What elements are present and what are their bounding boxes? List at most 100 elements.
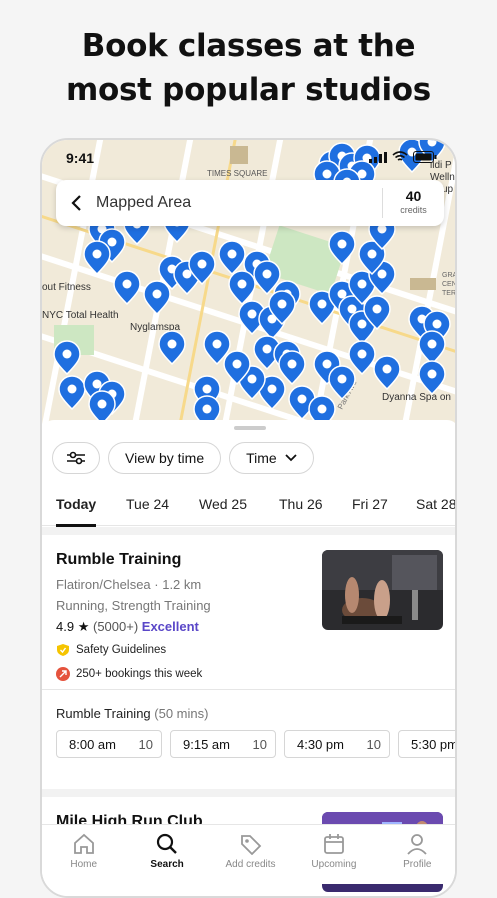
status-icons (369, 151, 437, 163)
credits-counter[interactable]: 40 credits (382, 188, 444, 218)
rating-value: 4.9 (56, 619, 75, 634)
map-pin-dot (107, 237, 117, 247)
rating-count: (5000+) (92, 619, 139, 634)
map-pin-dot (317, 404, 327, 414)
studio-categories: Running, Strength Training (56, 598, 211, 613)
time-slot[interactable]: 8:00 am 10 (56, 730, 162, 758)
rating-word: Excellent (141, 619, 199, 634)
map-pin-dot (202, 384, 212, 394)
status-bar: 9:41 (42, 140, 455, 176)
time-dropdown[interactable]: Time (229, 442, 314, 474)
map-pin-dot (202, 404, 212, 414)
time-slots: 8:00 am 10 9:15 am 10 4:30 pm 10 5:30 pm (56, 730, 455, 758)
map-pin-dot (277, 299, 287, 309)
shield-icon (57, 644, 69, 656)
credits-label: credits (400, 205, 427, 215)
tab-upcoming[interactable]: Upcoming (292, 825, 375, 884)
tab-day-tue[interactable]: Tue 24 (126, 496, 169, 512)
tab-add-credits[interactable]: Add credits (209, 825, 292, 884)
bottom-tab-bar: Home Search Add credits Upcoming Profile (42, 824, 455, 884)
status-time: 9:41 (66, 150, 95, 166)
studio-photo-image (322, 550, 443, 630)
headline: Book classes at the most popular studios (0, 24, 497, 112)
map-pin-dot (92, 249, 102, 259)
session-duration: (50 mins) (154, 706, 209, 721)
search-label[interactable]: Mapped Area (96, 194, 382, 212)
search-icon (157, 833, 177, 854)
session-title: Rumble Training (50 mins) (56, 706, 208, 721)
slot-time: 9:15 am (183, 736, 230, 752)
map-pin-dot (427, 369, 437, 379)
tab-day-today[interactable]: Today (56, 496, 96, 512)
safety-label: Safety Guidelines (76, 644, 167, 656)
map-view[interactable]: TIMES SQUARE ildi P Welln up out Fitness… (42, 140, 457, 430)
tab-search[interactable]: Search (125, 825, 208, 884)
time-slot[interactable]: 4:30 pm 10 (284, 730, 390, 758)
map-pin-dot (227, 249, 237, 259)
sheet-drag-handle[interactable] (234, 426, 266, 430)
map-pin-dot (62, 349, 72, 359)
star-icon: ★ (77, 619, 90, 634)
tab-day-fri[interactable]: Fri 27 (352, 496, 388, 512)
tag-icon (240, 835, 261, 855)
tab-day-wed[interactable]: Wed 25 (199, 496, 247, 512)
tab-profile[interactable]: Profile (376, 825, 455, 884)
map-pin-dot (67, 384, 77, 394)
headline-line-2: most popular studios (66, 72, 431, 108)
phone-frame: TIMES SQUARE ildi P Welln up out Fitness… (40, 138, 457, 898)
card-divider (42, 689, 455, 690)
signal-icon (369, 151, 387, 163)
time-slot[interactable]: 9:15 am 10 (170, 730, 276, 758)
wifi-icon (392, 151, 408, 161)
home-icon (73, 833, 94, 854)
bookings-badge: 250+ bookings this week (56, 667, 202, 681)
section-divider (42, 527, 455, 535)
map-pin-dot (212, 339, 222, 349)
studio-card[interactable]: Rumble Training Flatiron/Chelsea · 1.2 k… (42, 535, 455, 811)
view-by-time-button[interactable]: View by time (108, 442, 222, 474)
tab-day-sat[interactable]: Sat 28 (416, 496, 455, 512)
map-label-out-fitness: out Fitness (42, 282, 91, 293)
trending-icon (56, 667, 70, 681)
map-pin-dot (337, 239, 347, 249)
filters-button[interactable] (52, 442, 100, 474)
map-pin-dot (377, 269, 387, 279)
map-label-gct-3: TER (442, 290, 456, 297)
map-pin-dot (432, 319, 442, 329)
map-pin-dot (317, 299, 327, 309)
studio-rating: 4.9 ★ (5000+) Excellent (56, 619, 199, 635)
map-pin-dot (427, 339, 437, 349)
mapped-area-search-bar[interactable]: Mapped Area 40 credits (56, 180, 444, 226)
map-pin-dot (382, 364, 392, 374)
map-pin-dot (152, 289, 162, 299)
section-divider (42, 789, 455, 797)
tab-home[interactable]: Home (42, 825, 125, 884)
tab-upcoming-label: Upcoming (311, 859, 357, 870)
chevron-left-icon (71, 195, 81, 211)
map-pin-dot (372, 304, 382, 314)
filter-bar: View by time Time (52, 442, 314, 474)
map-pin-dot (322, 359, 332, 369)
map-pin-dot (122, 279, 132, 289)
map-label-gct-2: CEN (442, 281, 457, 288)
back-button[interactable] (56, 180, 96, 226)
profile-icon (407, 834, 427, 855)
map-pin-dot (167, 339, 177, 349)
time-slot[interactable]: 5:30 pm (398, 730, 455, 758)
tab-home-label: Home (70, 859, 98, 870)
map-pin-dot (237, 279, 247, 289)
map-pin-dot (297, 394, 307, 404)
slot-time: 4:30 pm (297, 736, 344, 752)
studio-name[interactable]: Rumble Training (56, 551, 181, 569)
headline-line-1: Book classes at the (81, 28, 416, 64)
credits-value: 40 (405, 188, 422, 204)
studio-photo[interactable] (322, 550, 443, 630)
tab-search-label: Search (150, 859, 184, 870)
studio-location: Flatiron/Chelsea · 1.2 km (56, 577, 202, 592)
tab-day-thu[interactable]: Thu 26 (279, 496, 323, 512)
map-pin-dot (357, 319, 367, 329)
map-pin-dot (247, 374, 257, 384)
safety-guidelines[interactable]: Safety Guidelines (56, 643, 166, 657)
map-pin-dot (357, 279, 367, 289)
day-tabs: Today Tue 24 Wed 25 Thu 26 Fri 27 Sat 28 (42, 496, 455, 527)
